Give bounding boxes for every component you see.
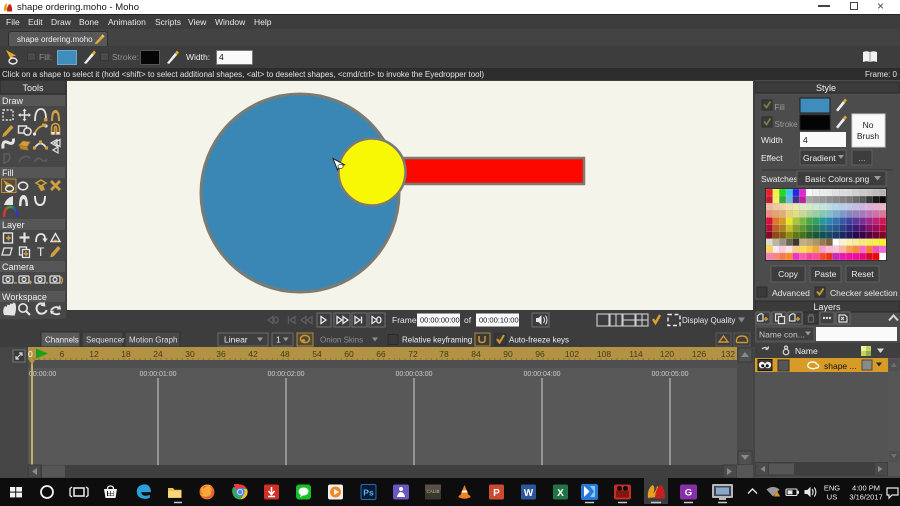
svg-text:102: 102 [565, 349, 579, 359]
svg-text:CALIB: CALIB [426, 489, 439, 494]
svg-text:00:00:01:00: 00:00:01:00 [140, 371, 177, 378]
svg-text:Fill: Fill [775, 103, 785, 112]
svg-text:0: 0 [28, 349, 33, 359]
svg-text:00:00:03:00: 00:00:03:00 [396, 371, 433, 378]
svg-text:Workspace: Workspace [2, 292, 47, 302]
svg-text:Brush: Brush [857, 131, 879, 141]
svg-text:Linear: Linear [224, 335, 248, 345]
svg-text:36: 36 [216, 349, 226, 359]
svg-text:of: of [464, 315, 472, 325]
svg-text:US: US [827, 493, 837, 502]
svg-text:00:00:02:00: 00:00:02:00 [268, 371, 305, 378]
svg-text:90: 90 [503, 349, 513, 359]
svg-text:ENG: ENG [824, 484, 840, 493]
svg-text:Fill: Fill [2, 168, 14, 178]
svg-text:...: ... [858, 153, 865, 163]
svg-text:60: 60 [344, 349, 354, 359]
svg-text:24: 24 [153, 349, 163, 359]
svg-text:00:00:00:00: 00:00:00:00 [420, 316, 460, 325]
svg-text:G: G [685, 488, 692, 499]
svg-text:Tools: Tools [22, 83, 44, 93]
svg-text:114: 114 [629, 349, 643, 359]
svg-text:Swatches: Swatches [761, 174, 798, 184]
svg-text:1: 1 [276, 335, 281, 345]
svg-text:Checker selection: Checker selection [830, 288, 898, 298]
svg-text:Display Quality: Display Quality [682, 316, 735, 325]
svg-text:Style: Style [816, 83, 836, 93]
svg-text:48: 48 [280, 349, 290, 359]
svg-text:Channels: Channels [45, 336, 79, 345]
svg-text:Relative keyframing: Relative keyframing [402, 336, 472, 345]
svg-text:No: No [863, 120, 874, 130]
svg-text:Copy: Copy [778, 269, 799, 279]
svg-text:42: 42 [248, 349, 258, 359]
svg-text:Layer: Layer [2, 220, 25, 230]
svg-text:4: 4 [803, 135, 808, 145]
svg-text:Reset: Reset [851, 269, 874, 279]
svg-text:Draw: Draw [2, 96, 24, 106]
svg-text:12: 12 [89, 349, 99, 359]
svg-text:4:00 PM: 4:00 PM [852, 484, 880, 493]
svg-text:Stroke: Stroke [775, 120, 799, 129]
svg-text:96: 96 [535, 349, 545, 359]
svg-text:Effect: Effect [761, 153, 783, 163]
svg-text:6: 6 [60, 349, 65, 359]
svg-text:Basic Colors.png: Basic Colors.png [805, 174, 870, 184]
svg-text:W: W [524, 488, 534, 499]
svg-text:120: 120 [660, 349, 674, 359]
svg-text:84: 84 [471, 349, 481, 359]
svg-text:00:00:05:00: 00:00:05:00 [652, 371, 689, 378]
svg-text:Name con...: Name con... [759, 330, 805, 340]
svg-text:shape ...: shape ... [824, 361, 857, 371]
svg-text:00:00:04:00: 00:00:04:00 [524, 371, 561, 378]
svg-text:18: 18 [121, 349, 131, 359]
svg-text:Width: Width [761, 135, 783, 145]
svg-text:30: 30 [185, 349, 195, 359]
svg-text:Name: Name [795, 346, 818, 356]
svg-text:00:00:00: 00:00:00 [29, 371, 56, 378]
svg-text:Frame: Frame [392, 315, 417, 325]
svg-text:3/16/2017: 3/16/2017 [849, 493, 882, 502]
svg-text:54: 54 [312, 349, 322, 359]
svg-text:Advanced: Advanced [772, 288, 810, 298]
svg-text:T: T [37, 245, 45, 259]
svg-text:00:00:10:00: 00:00:10:00 [479, 316, 519, 325]
svg-text:Motion Graph: Motion Graph [129, 336, 177, 345]
svg-text:126: 126 [692, 349, 706, 359]
svg-text:Camera: Camera [2, 262, 34, 272]
svg-text:Onion Skins: Onion Skins [320, 336, 363, 345]
svg-text:72: 72 [408, 349, 418, 359]
svg-text:Layers: Layers [813, 302, 841, 312]
svg-text:Gradient: Gradient [803, 153, 836, 163]
svg-text:66: 66 [376, 349, 386, 359]
svg-text:Auto-freeze keys: Auto-freeze keys [509, 336, 569, 345]
svg-text:Ps: Ps [363, 488, 374, 498]
svg-text:Sequencer: Sequencer [86, 336, 125, 345]
svg-text:108: 108 [597, 349, 611, 359]
svg-text:132: 132 [721, 349, 735, 359]
svg-text:P: P [493, 488, 500, 499]
svg-text:78: 78 [439, 349, 449, 359]
svg-text:X: X [557, 488, 564, 499]
svg-text:Paste: Paste [815, 269, 837, 279]
